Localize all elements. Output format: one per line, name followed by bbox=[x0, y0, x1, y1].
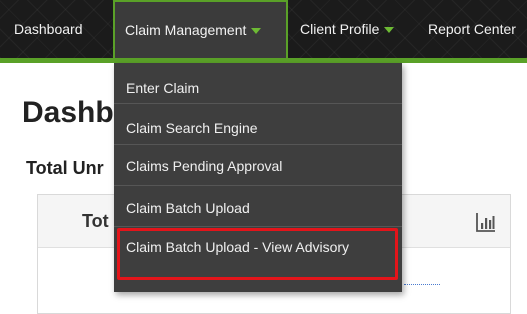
menu-item-label: Claim Batch Upload bbox=[126, 200, 250, 216]
menu-item-claims-pending-approval[interactable]: Claims Pending Approval bbox=[114, 157, 402, 175]
menu-divider bbox=[114, 103, 402, 104]
menu-item-enter-claim[interactable]: Enter Claim bbox=[114, 79, 402, 97]
nav-label: Dashboard bbox=[14, 21, 83, 37]
nav-label: Client Profile bbox=[300, 21, 380, 37]
bar-chart-icon[interactable] bbox=[476, 212, 496, 232]
panel-title: Tot bbox=[82, 211, 109, 231]
claim-management-dropdown: Enter Claim Claim Search Engine Claims P… bbox=[114, 63, 402, 292]
menu-item-label: Claim Batch Upload - View Advisory bbox=[126, 239, 350, 255]
menu-item-claim-batch-upload[interactable]: Claim Batch Upload bbox=[114, 199, 402, 217]
link-underline bbox=[404, 284, 440, 285]
nav-label: Report Center bbox=[428, 21, 516, 37]
section-title: Total Unr bbox=[26, 158, 104, 178]
caret-down-icon bbox=[384, 27, 395, 34]
nav-label: Claim Management bbox=[125, 22, 247, 38]
menu-divider bbox=[114, 185, 402, 186]
menu-item-claim-search-engine[interactable]: Claim Search Engine bbox=[114, 119, 402, 137]
nav-item-client-profile[interactable]: Client Profile bbox=[300, 0, 395, 58]
menu-item-label: Claim Search Engine bbox=[126, 120, 258, 136]
nav-item-dashboard[interactable]: Dashboard bbox=[14, 0, 83, 58]
menu-item-claim-batch-upload-view-advisory[interactable]: Claim Batch Upload - View Advisory bbox=[114, 238, 354, 256]
menu-divider bbox=[114, 144, 402, 145]
menu-divider bbox=[114, 226, 402, 227]
nav-item-report-center[interactable]: Report Center bbox=[428, 0, 516, 58]
menu-item-label: Enter Claim bbox=[126, 80, 200, 96]
nav-item-claim-management[interactable]: Claim Management bbox=[113, 0, 288, 58]
menu-item-label: Claims Pending Approval bbox=[126, 158, 283, 174]
top-navbar: Dashboard Claim Management Client Profil… bbox=[0, 0, 527, 63]
page-title: Dashb bbox=[22, 96, 114, 129]
caret-down-icon bbox=[251, 28, 262, 35]
